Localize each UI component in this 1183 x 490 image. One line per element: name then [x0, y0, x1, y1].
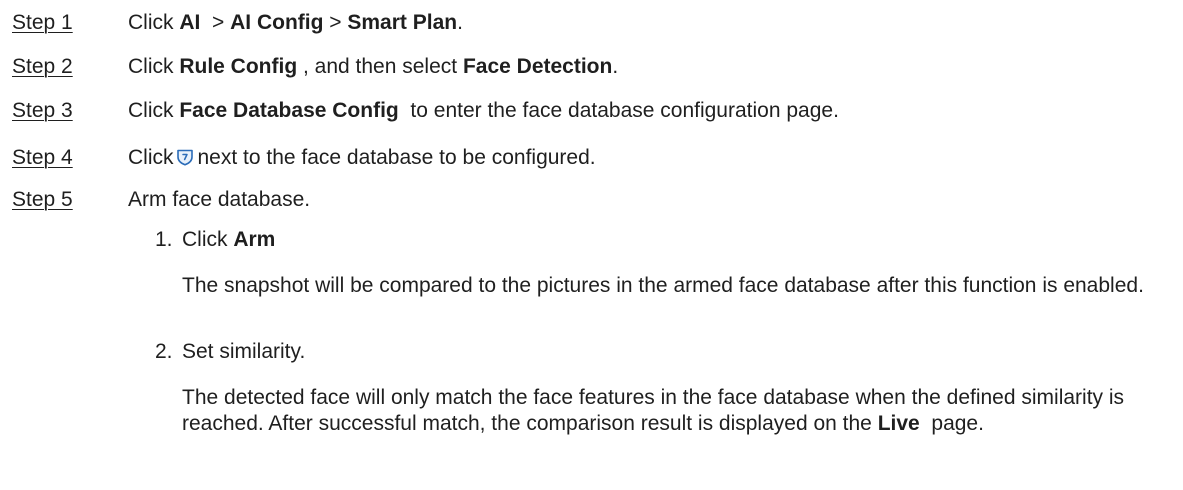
step-label: Step 4 [12, 146, 73, 169]
substep-2-description: The detected face will only match the fa… [182, 386, 1125, 435]
step-text: Click next to the face database to be con… [128, 146, 596, 169]
substep-number: 2. [155, 340, 173, 363]
step-label: Step 1 [12, 11, 73, 34]
substep-1: 1. Click Arm [155, 228, 276, 251]
step-text: Arm face database. [128, 188, 311, 211]
shield-icon [176, 147, 194, 166]
step-text: Click Face Database Config to enter the … [128, 99, 839, 122]
step-label: Step 2 [12, 55, 73, 78]
step-text: Click Rule Config , and then select Face… [128, 55, 619, 78]
substep-2: 2. Set similarity. [155, 340, 306, 363]
step-text: Click AI > AI Config > Smart Plan. [128, 11, 463, 34]
substep-1-description: The snapshot will be compared to the pic… [182, 274, 1144, 297]
substep-number: 1. [155, 228, 173, 251]
step-label: Step 5 [12, 188, 73, 211]
step-label: Step 3 [12, 99, 73, 122]
